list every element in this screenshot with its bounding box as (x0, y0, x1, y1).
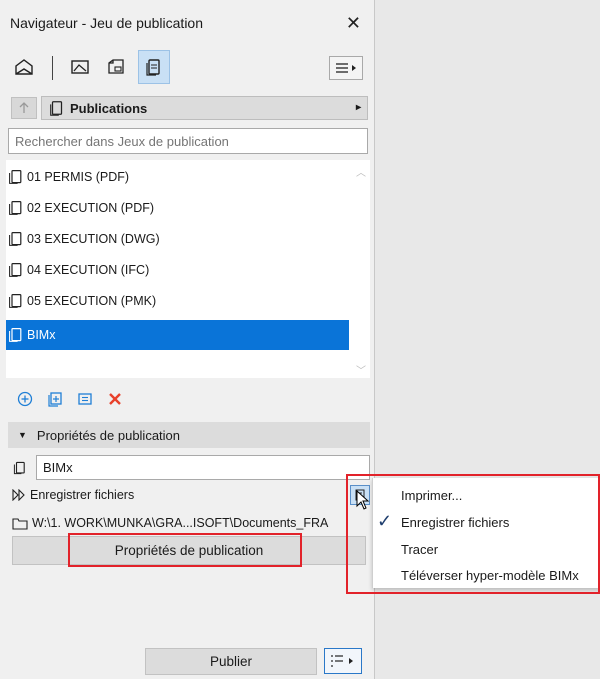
list-item[interactable]: 02 EXECUTION (PDF) (6, 193, 349, 223)
new-publisher-set-button[interactable] (14, 388, 36, 410)
view-icon (71, 60, 89, 74)
list-item-label: 04 EXECUTION (IFC) (27, 263, 150, 277)
up-arrow-icon (19, 102, 29, 113)
set-name-row: BIMx (8, 455, 370, 481)
list-settings-icon (78, 393, 92, 405)
mouse-cursor-icon (356, 490, 370, 510)
chevron-right-icon: ▸ (355, 102, 361, 113)
scroll-up-icon[interactable]: ︿ (355, 164, 367, 179)
menu-item-label: Imprimer... (401, 487, 463, 503)
window-title: Navigateur - Jeu de publication (10, 15, 204, 31)
tab-project-map[interactable] (8, 50, 40, 84)
close-icon[interactable]: ✕ (346, 13, 361, 34)
output-path-row[interactable]: W:\1. WORK\MUNKA\GRA...ISOFT\Documents_F… (12, 516, 328, 530)
selector-label: Publications (70, 100, 148, 116)
forward-arrows-icon (12, 489, 26, 501)
list-toolbar (14, 388, 214, 412)
layout-icon (108, 59, 124, 74)
navigator-panel: Navigateur - Jeu de publication ✕ Public… (0, 0, 375, 679)
list-item-selected[interactable]: BIMx (6, 320, 349, 350)
list-item[interactable]: 01 PERMIS (PDF) (6, 162, 349, 192)
navigator-tabs (8, 50, 368, 86)
list-item-label: BIMx (27, 328, 56, 342)
publisher-item-icon (8, 200, 24, 216)
publisher-icon (13, 461, 25, 475)
publisher-set-dropdown[interactable]: Publications ▸ (41, 96, 368, 120)
menu-item-upload-bimx[interactable]: Téléverser hyper-modèle BIMx (373, 562, 600, 588)
checkmark-icon: ✓ (377, 511, 393, 531)
set-name-field[interactable]: BIMx (36, 455, 370, 480)
publisher-selector-row: Publications ▸ (8, 95, 368, 121)
publication-set-list: 01 PERMIS (PDF) 02 EXECUTION (PDF) 03 EX… (6, 160, 370, 378)
publisher-icon (146, 59, 160, 76)
list-item-label: 01 PERMIS (PDF) (27, 170, 130, 184)
menu-item-plot[interactable]: Tracer (373, 536, 600, 562)
publisher-item-icon (8, 293, 24, 309)
output-path-label: W:\1. WORK\MUNKA\GRA...ISOFT\Documents_F… (32, 516, 329, 530)
publisher-item-icon (8, 327, 24, 343)
publisher-item-icon (8, 262, 24, 278)
hamburger-icon (336, 63, 356, 73)
folder-icon (12, 517, 28, 530)
menu-item-save-files[interactable]: ✓ Enregistrer fichiers (373, 509, 600, 535)
publish-method-row: Enregistrer fichiers (12, 488, 134, 502)
publish-button[interactable]: Publier (145, 648, 317, 675)
list-item[interactable]: 04 EXECUTION (IFC) (6, 255, 349, 285)
list-scrollbar[interactable]: ︿ ﹀ (352, 160, 370, 378)
menu-item-label: Téléverser hyper-modèle BIMx (401, 567, 579, 583)
publisher-item-icon (8, 231, 24, 247)
up-arrow-button[interactable] (11, 97, 37, 119)
options-menu-button[interactable] (329, 56, 363, 80)
delete-button[interactable] (104, 388, 126, 410)
list-item-label: 02 EXECUTION (PDF) (27, 201, 155, 215)
collapse-triangle-icon: ▼ (18, 430, 27, 440)
properties-header-label: Propriétés de publication (36, 427, 181, 443)
list-item-label: 03 EXECUTION (DWG) (27, 232, 160, 246)
delete-x-icon (109, 393, 121, 405)
title-bar: Navigateur - Jeu de publication ✕ (0, 0, 375, 46)
publishing-properties-button[interactable]: Propriétés de publication (12, 536, 366, 565)
new-item-button[interactable] (44, 388, 66, 410)
menu-item-label: Enregistrer fichiers (401, 514, 510, 530)
list-item[interactable]: 03 EXECUTION (DWG) (6, 224, 349, 254)
publish-options-button[interactable] (324, 648, 362, 674)
list-item-label: 05 EXECUTION (PMK) (27, 294, 157, 308)
tab-layout-book[interactable] (100, 50, 132, 84)
tab-separator (52, 56, 53, 80)
tab-view-map[interactable] (64, 50, 96, 84)
properties-section-header[interactable]: ▼ Propriétés de publication (8, 422, 370, 448)
search-input[interactable] (8, 128, 368, 154)
scroll-down-icon[interactable]: ﹀ (355, 362, 367, 377)
list-item[interactable]: 05 EXECUTION (PMK) (6, 286, 349, 316)
tab-publisher-sets[interactable] (138, 50, 170, 84)
menu-item-label: Tracer (401, 541, 439, 557)
add-item-icon (48, 392, 62, 407)
publish-method-label: Enregistrer fichiers (30, 488, 135, 502)
list-options-icon (331, 655, 353, 667)
publisher-icon (50, 101, 63, 116)
publisher-item-icon (8, 169, 24, 185)
add-circle-icon (17, 391, 33, 407)
menu-item-print[interactable]: Imprimer... (373, 482, 600, 508)
house-icon (15, 59, 33, 75)
settings-list-button[interactable] (74, 388, 96, 410)
publish-method-menu: Imprimer... ✓ Enregistrer fichiers Trace… (372, 478, 600, 588)
bottom-bar: Publier (0, 640, 375, 676)
